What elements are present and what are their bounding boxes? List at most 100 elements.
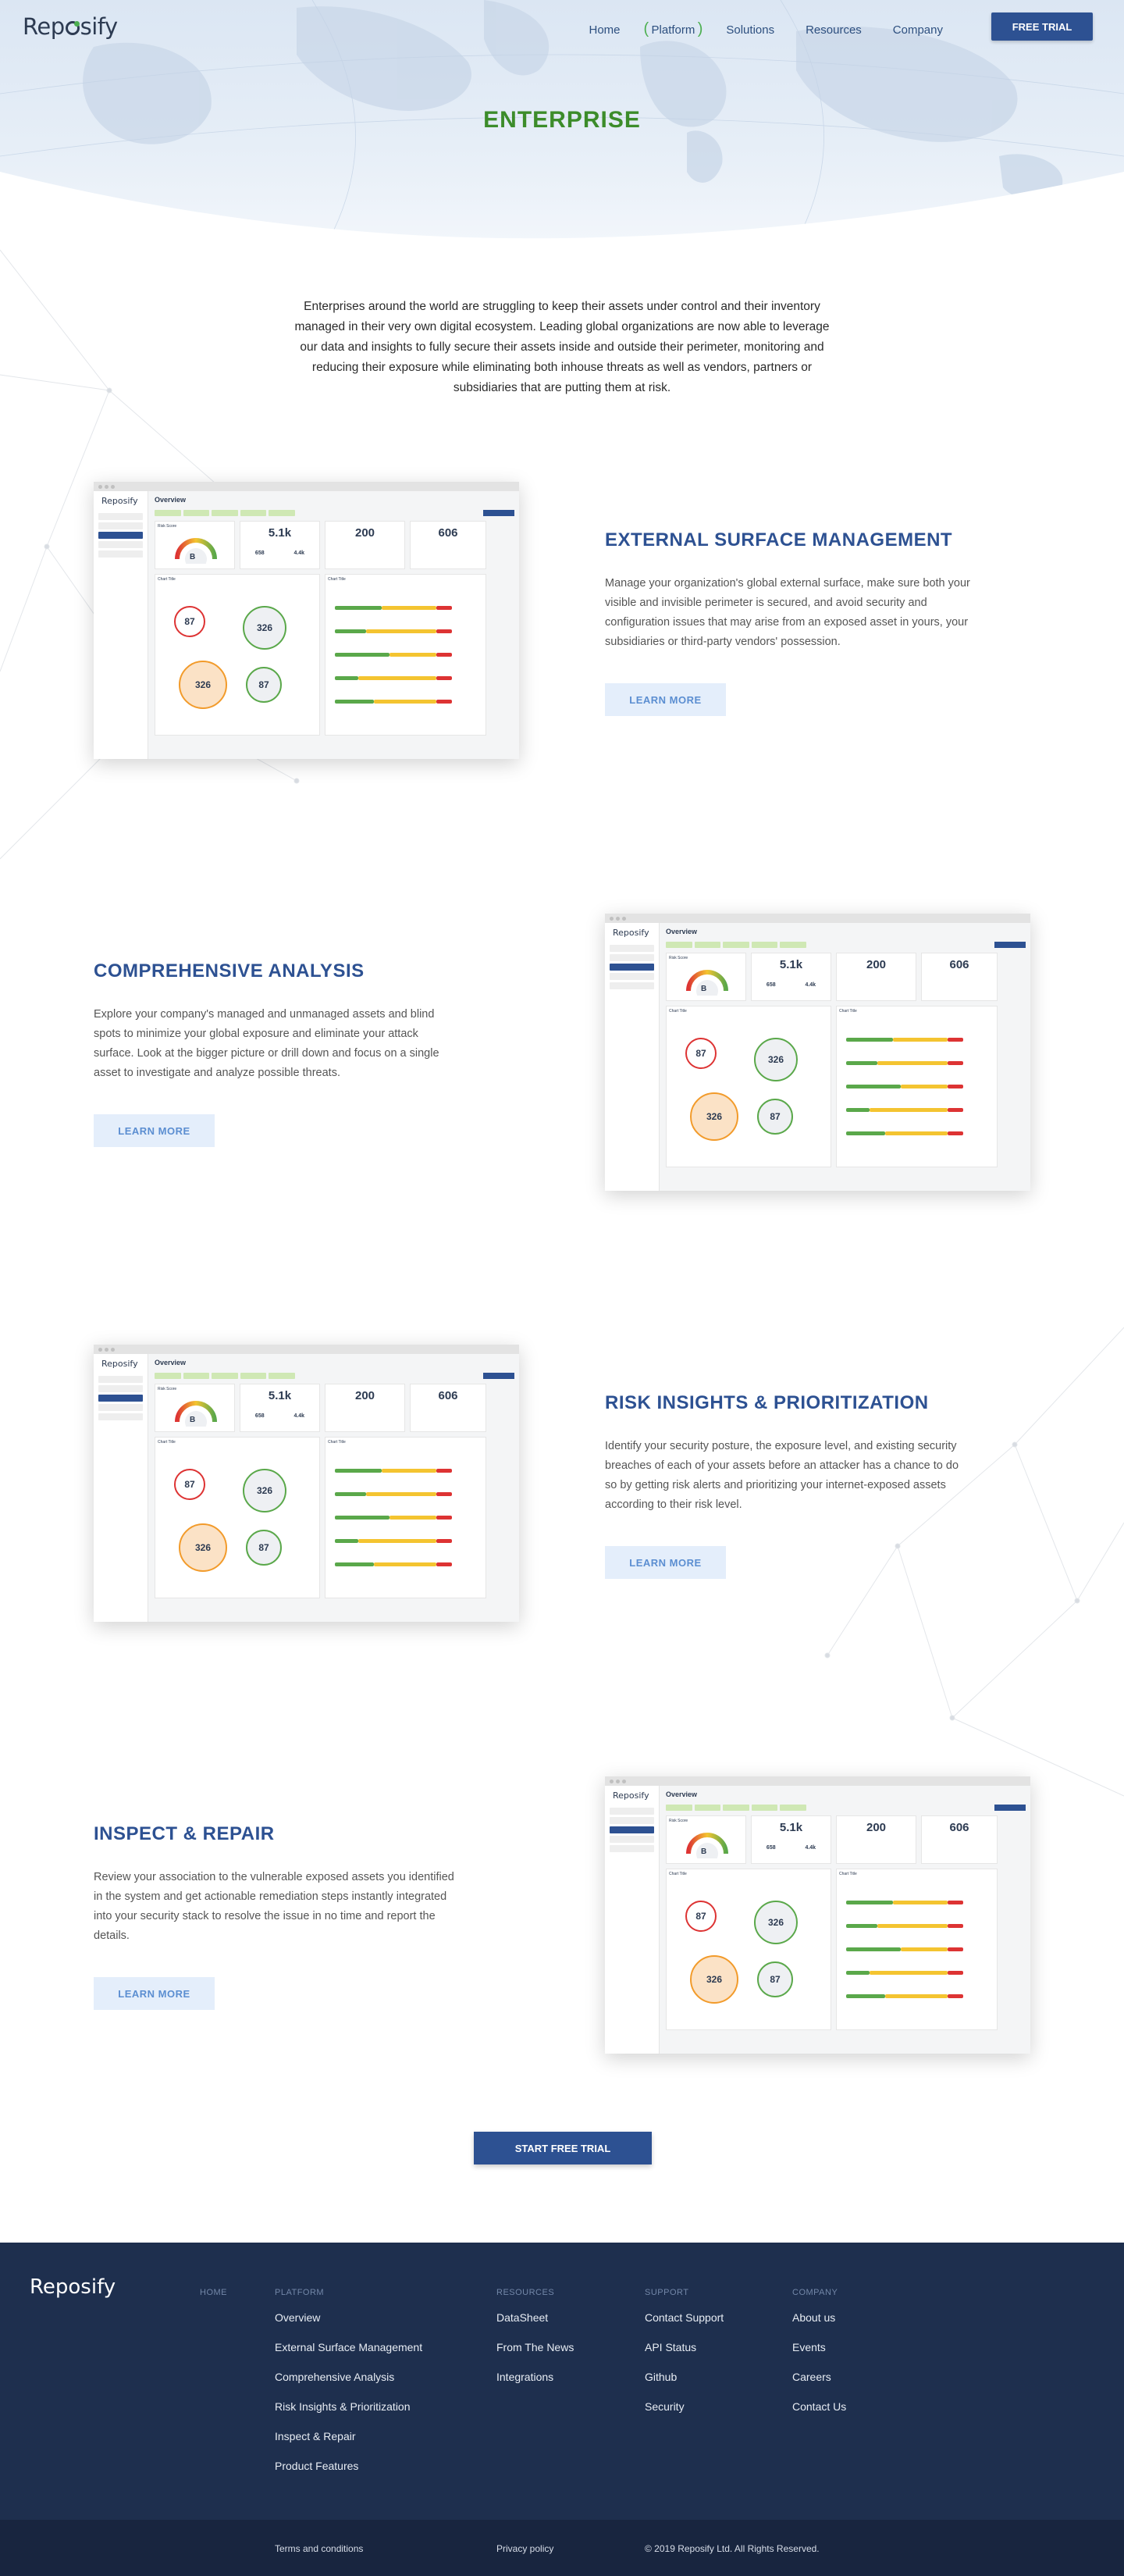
footer-link[interactable]: Events xyxy=(792,2341,846,2353)
risk-label: Risk Score xyxy=(158,524,177,529)
footer-link[interactable]: Github xyxy=(645,2371,724,2383)
footer-link[interactable]: External Surface Management xyxy=(275,2341,422,2353)
footer-link[interactable]: From The News xyxy=(496,2341,574,2353)
risk-score-card: Risk Score B xyxy=(666,953,746,1001)
dash-title: Overview xyxy=(666,1790,698,1798)
nav-resources[interactable]: Resources xyxy=(806,23,862,37)
section-body: Identify your security posture, the expo… xyxy=(605,1440,959,1511)
dash-main: Overview Risk Score B 5.1k 658 4.4k 200 6… xyxy=(666,1790,1026,2049)
footer-link[interactable]: Inspect & Repair xyxy=(275,2430,422,2442)
footer-link[interactable]: Contact Us xyxy=(792,2400,846,2413)
risk-label: Risk Score xyxy=(158,1387,177,1391)
risk-value: B xyxy=(701,1847,707,1856)
footer-link[interactable]: Product Features xyxy=(275,2460,422,2472)
footer-heading: RESOURCES xyxy=(496,2288,555,2297)
footer-link[interactable]: About us xyxy=(792,2311,846,2324)
footer-link[interactable]: Overview xyxy=(275,2311,422,2324)
nav-home[interactable]: Home xyxy=(589,23,621,37)
dash-title: Overview xyxy=(155,1359,187,1366)
bar-segment xyxy=(335,1492,366,1496)
section-title: INSPECT & REPAIR xyxy=(94,1823,275,1844)
footer-link[interactable]: Integrations xyxy=(496,2371,574,2383)
sidebar-item xyxy=(98,550,143,558)
dashboard-screenshot: Reposify Overview Risk Score B 5.1k 658 4… xyxy=(94,1345,519,1622)
nav-solutions[interactable]: Solutions xyxy=(726,23,774,37)
app-sidebar: Reposify xyxy=(605,1786,660,2054)
risk-value: B xyxy=(190,1416,196,1424)
nav-platform[interactable]: Platform xyxy=(644,20,703,38)
learn-more-button[interactable]: LEARN MORE xyxy=(94,1977,215,2010)
footer-link[interactable]: Contact Support xyxy=(645,2311,724,2324)
bubble: 87 xyxy=(685,1901,717,1932)
privacy-link[interactable]: Privacy policy xyxy=(496,2543,553,2554)
footer-col-platform: PLATFORM Overview External Surface Manag… xyxy=(275,2288,422,2489)
window-titlebar xyxy=(94,482,519,491)
bar-segment xyxy=(374,700,436,704)
learn-more-button[interactable]: LEARN MORE xyxy=(605,1546,726,1579)
chart-title: Chart Title xyxy=(158,577,176,582)
footer-link[interactable]: Comprehensive Analysis xyxy=(275,2371,422,2383)
page-title: ENTERPRISE xyxy=(483,107,641,133)
filter-chips xyxy=(155,1373,295,1379)
dash-logo: Reposify xyxy=(101,496,138,506)
bar-segment xyxy=(846,1108,870,1112)
bar-segment xyxy=(389,653,436,657)
dash-action-button xyxy=(994,942,1026,948)
footer-link[interactable]: Careers xyxy=(792,2371,846,2383)
sidebar-item xyxy=(98,541,143,548)
chart-title: Chart Title xyxy=(328,1440,346,1445)
bar-segment xyxy=(846,1947,901,1951)
nav-company[interactable]: Company xyxy=(893,23,943,37)
bar-segment xyxy=(358,676,436,680)
bar-segment xyxy=(436,606,452,610)
bar-segment xyxy=(846,1038,893,1042)
bubble: 326 xyxy=(243,606,286,650)
footer-link[interactable]: Risk Insights & Prioritization xyxy=(275,2400,422,2413)
window-titlebar xyxy=(605,1776,1030,1786)
bar-chart-card: Chart Title xyxy=(836,1869,998,2030)
footer-link[interactable]: DataSheet xyxy=(496,2311,574,2324)
footer-link[interactable]: Security xyxy=(645,2400,724,2413)
bubble: 87 xyxy=(685,1038,717,1069)
copyright-text: © 2019 Reposify Ltd. All Rights Reserved… xyxy=(645,2543,820,2554)
footer-home-link[interactable]: HOME xyxy=(200,2288,227,2297)
bubble: 87 xyxy=(174,1469,205,1500)
brand-logo[interactable]: Rep sify xyxy=(23,13,118,40)
dash-logo: Reposify xyxy=(613,928,649,938)
intro-text: Enterprises around the world are struggl… xyxy=(294,300,830,394)
bubble-chart-card: Chart Title 87 326 326 87 xyxy=(155,574,320,736)
stat-value: 606 xyxy=(949,1821,969,1834)
bar-segment xyxy=(948,1085,963,1088)
dashboard-screenshot: Reposify Overview Risk Score B 5.1k 658 4… xyxy=(94,482,519,759)
bubble: 87 xyxy=(757,1961,793,1997)
stat-sub: 658 xyxy=(766,1845,776,1851)
bar-segment xyxy=(846,1971,870,1975)
main-nav: Home Platform Solutions Resources Compan… xyxy=(589,17,944,42)
free-trial-button[interactable]: FREE TRIAL xyxy=(991,12,1093,41)
bar-segment xyxy=(335,629,366,633)
sidebar-item xyxy=(98,522,143,529)
bubble: 326 xyxy=(690,1955,738,2004)
footer-col-company: COMPANY About us Events Careers Contact … xyxy=(792,2288,846,2430)
learn-more-button[interactable]: LEARN MORE xyxy=(94,1114,215,1147)
risk-score-card: Risk Score B xyxy=(666,1815,746,1864)
start-free-trial-button[interactable]: START FREE TRIAL xyxy=(474,2132,652,2164)
bar-segment xyxy=(436,676,452,680)
terms-link[interactable]: Terms and conditions xyxy=(275,2543,363,2554)
learn-more-button[interactable]: LEARN MORE xyxy=(605,683,726,716)
stat-card: 5.1k 658 4.4k xyxy=(240,521,320,569)
footer-logo[interactable]: Reposify xyxy=(30,2275,116,2299)
section-body: Explore your company's managed and unman… xyxy=(94,1008,439,1079)
bar-segment xyxy=(436,1539,452,1543)
sidebar-item-active xyxy=(98,1395,143,1402)
bar-segment xyxy=(948,1131,963,1135)
bar-segment xyxy=(948,1971,963,1975)
footer-link[interactable]: API Status xyxy=(645,2341,724,2353)
stat-card: 200 xyxy=(325,1384,405,1432)
stat-card: 200 xyxy=(836,953,916,1001)
stat-value: 5.1k xyxy=(268,1389,292,1402)
bar-segment xyxy=(335,676,358,680)
dashboard-screenshot: Reposify Overview Risk Score B 5.1k 658 4… xyxy=(605,1776,1030,2054)
sidebar-item xyxy=(98,513,143,520)
bar-segment xyxy=(885,1994,948,1998)
